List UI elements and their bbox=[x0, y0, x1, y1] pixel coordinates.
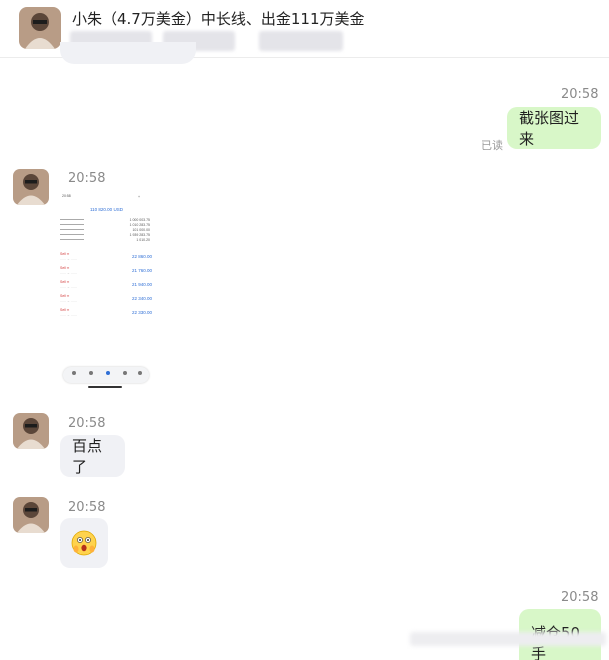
deal-value: 21 940.00 bbox=[131, 282, 152, 287]
contact-avatar[interactable] bbox=[19, 7, 61, 49]
contact-avatar[interactable] bbox=[13, 497, 49, 533]
deal-value: 22 330.00 bbox=[131, 310, 152, 315]
screenshot-row: 101 000.00 bbox=[132, 228, 150, 232]
tab-bar bbox=[63, 367, 149, 383]
screenshot-row: 1 939 283.75 bbox=[129, 233, 150, 237]
contact-avatar[interactable] bbox=[13, 169, 49, 205]
screenshot-row: 1 010 283.75 bbox=[129, 223, 150, 227]
settings-icon bbox=[138, 371, 142, 375]
deal-sub: ······ → ······ bbox=[60, 285, 77, 289]
previous-message-bubble bbox=[60, 42, 196, 64]
screenshot-row: 1 010.20 bbox=[136, 238, 150, 242]
quotes-icon bbox=[72, 371, 76, 375]
scream-emoji-icon bbox=[71, 530, 97, 556]
outgoing-message[interactable]: 截张图过来 bbox=[507, 107, 601, 149]
deal-value: 22 860.00 bbox=[131, 254, 152, 259]
trade-icon bbox=[106, 371, 110, 375]
deal-label: Sell ▪▪ bbox=[60, 294, 70, 298]
blurred-info bbox=[259, 31, 343, 51]
chat-title: 小朱（4.7万美金）中长线、出金111万美金 bbox=[72, 10, 365, 28]
deal-label: Sell ▪▪ bbox=[60, 280, 70, 284]
contact-avatar[interactable] bbox=[13, 413, 49, 449]
message-text: 百点了 bbox=[72, 437, 103, 476]
screenshot-image[interactable]: 20:58 + 110 820.00 USD 1 000 003.75 1 01… bbox=[60, 191, 156, 389]
screenshot-labels bbox=[60, 218, 84, 244]
deal-label: Sell ▪▪ bbox=[60, 308, 70, 312]
deal-label: Sell ▪▪ bbox=[60, 252, 70, 256]
read-status: 已读 bbox=[481, 139, 503, 152]
message-text: 截张图过来 bbox=[519, 109, 580, 148]
add-icon: + bbox=[138, 195, 141, 199]
screenshot-balance: 110 820.00 USD bbox=[90, 207, 123, 212]
history-icon bbox=[123, 371, 127, 375]
message-time: 20:58 bbox=[561, 590, 599, 605]
message-time: 20:58 bbox=[68, 171, 106, 186]
message-time: 20:58 bbox=[68, 416, 106, 431]
deal-label: Sell ▪▪ bbox=[60, 266, 70, 270]
chart-icon bbox=[89, 371, 93, 375]
deal-sub: ······ → ······ bbox=[60, 313, 77, 317]
deal-sub: ······ → ······ bbox=[60, 271, 77, 275]
screenshot-row: 1 000 003.75 bbox=[129, 218, 150, 222]
status-bar-time: 20:58 bbox=[62, 194, 71, 198]
deal-value: 21 760.00 bbox=[131, 268, 152, 273]
deal-value: 22 340.00 bbox=[131, 296, 152, 301]
incoming-message[interactable]: 百点了 bbox=[60, 435, 125, 477]
message-time: 20:58 bbox=[561, 87, 599, 102]
message-time: 20:58 bbox=[68, 500, 106, 515]
deal-sub: ······ → ······ bbox=[60, 299, 77, 303]
blurred-watermark bbox=[410, 632, 606, 646]
incoming-emoji-message[interactable] bbox=[60, 518, 108, 568]
deal-sub: ······ → ······ bbox=[60, 257, 77, 261]
home-indicator bbox=[88, 386, 122, 388]
